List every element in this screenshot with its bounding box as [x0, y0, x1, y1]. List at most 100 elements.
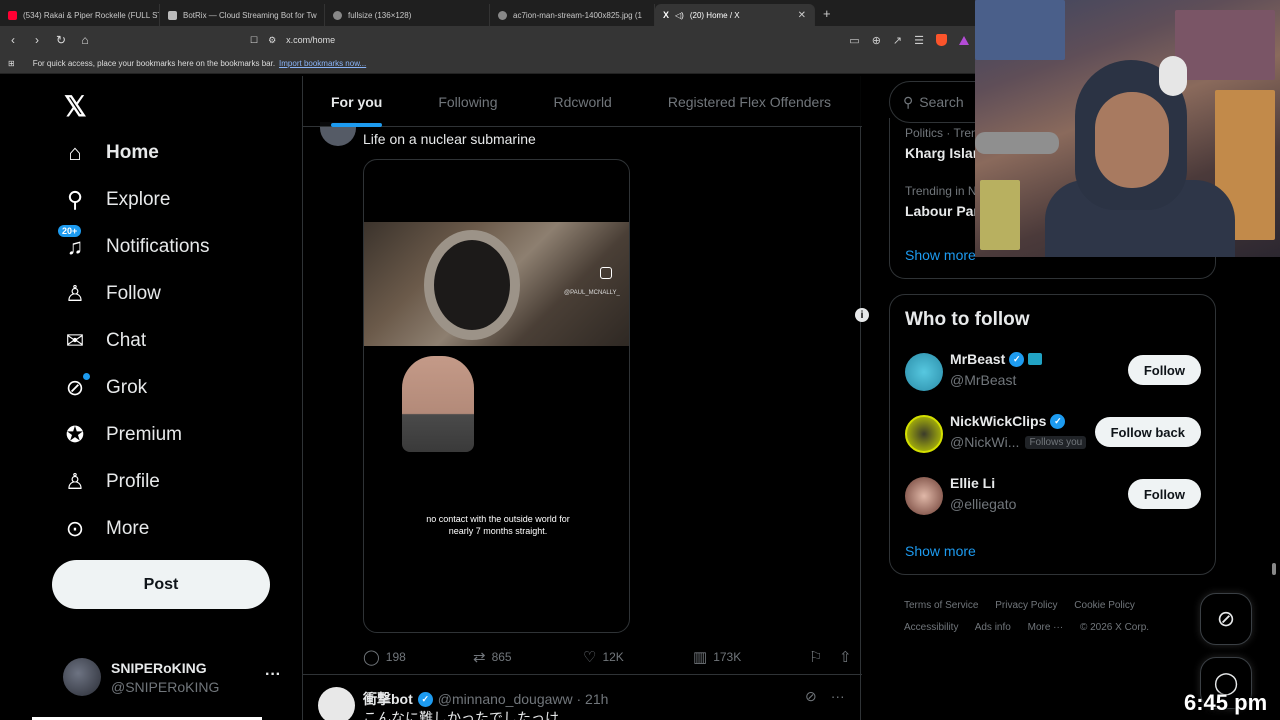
post-header: 衝撃bot ✓ @minnano_dougaww · 21h — [363, 689, 608, 709]
browser-tab-active[interactable]: X ◁) (20) Home / X ✕ — [655, 4, 815, 26]
sidebar-item-label: Home — [106, 142, 159, 163]
reply-button[interactable]: ◯ 198 — [363, 648, 473, 666]
main-timeline: For you Following Rdcworld Registered Fl… — [302, 76, 862, 720]
mail-icon: ✉ — [65, 328, 85, 353]
translate-icon[interactable]: ☰ — [914, 34, 924, 47]
forward-icon[interactable]: › — [30, 33, 44, 47]
trend-title: Labour Par — [905, 203, 979, 219]
zoom-icon[interactable]: ⊕ — [872, 34, 881, 47]
info-icon[interactable]: i — [855, 308, 869, 322]
account-switcher[interactable]: SNIPERoKING @SNIPERoKING — [63, 658, 219, 696]
follow-button[interactable]: Follow — [1127, 479, 1201, 509]
who-to-follow-show-more-link[interactable]: Show more — [905, 543, 976, 559]
url-text[interactable]: x.com/home — [286, 35, 335, 45]
follow-suggestion[interactable]: MrBeast ✓ @MrBeast Follow — [905, 351, 1201, 395]
close-tab-icon[interactable]: ✕ — [798, 10, 806, 21]
sidebar-item-chat[interactable]: ✉ Chat — [62, 328, 146, 354]
brave-rewards-icon[interactable] — [959, 35, 969, 45]
affiliate-badge-icon — [1028, 353, 1043, 365]
browser-tab[interactable]: BotRix — Cloud Streaming Bot for Tw — [160, 4, 325, 26]
tab-rdcworld[interactable]: Rdcworld — [525, 76, 639, 127]
account-more-icon[interactable]: ··· — [265, 666, 281, 684]
reply-icon: ◯ — [363, 649, 380, 666]
reload-icon[interactable]: ↻ — [54, 33, 68, 47]
search-input[interactable]: ⚲ Search — [889, 81, 989, 123]
footer-link[interactable]: Privacy Policy — [995, 600, 1057, 611]
sidebar-item-follow[interactable]: ♙ Follow — [62, 281, 161, 307]
sidebar-item-notifications[interactable]: ♫ 20+ Notifications — [58, 225, 210, 260]
sidebar-item-grok[interactable]: ⊘ Grok — [62, 373, 147, 401]
footer-link[interactable]: Terms of Service — [904, 600, 978, 611]
sidebar-item-profile[interactable]: ♙ Profile — [62, 469, 160, 495]
author-handle[interactable]: @minnano_dougaww · 21h — [438, 691, 609, 707]
tab-following[interactable]: Following — [410, 76, 525, 127]
trend-item[interactable]: Trending in N Labour Par — [905, 184, 979, 219]
browser-tab[interactable]: (534) Rakai & Piper Rockelle (FULL ST — [0, 4, 160, 26]
sidebar-item-label: Premium — [106, 424, 183, 445]
browser-tab[interactable]: ac7ion-man-stream-1400x825.jpg (1 — [490, 4, 655, 26]
site-info-icon[interactable]: ⚙ — [268, 35, 276, 46]
sidebar-item-home[interactable]: ⌂ Home — [62, 140, 159, 166]
follow-button[interactable]: Follow — [1127, 355, 1201, 385]
suggestion-handle: @MrBeast — [950, 372, 1017, 388]
import-bookmarks-link[interactable]: Import bookmarks now... — [279, 59, 366, 68]
post-video[interactable]: @PAUL_MCNALLY_ no contact with the outsi… — [363, 159, 630, 633]
view-count: 173K — [713, 650, 742, 664]
home-icon: ⌂ — [68, 140, 82, 165]
x-logo-icon[interactable]: 𝕏 — [64, 90, 87, 123]
copyright: © 2026 X Corp. — [1079, 622, 1150, 633]
sidebar-item-label: Profile — [106, 471, 160, 492]
browser-tab[interactable]: fullsize (136×128) — [325, 4, 490, 26]
brave-shield-icon[interactable] — [936, 34, 947, 46]
sidebar-item-premium[interactable]: ✪ Premium — [62, 422, 182, 448]
post-text: Life on a nuclear submarine — [363, 131, 536, 147]
submarine-hatch-image — [424, 230, 520, 340]
share-button[interactable]: ⇧ — [839, 648, 852, 666]
wall-poster-image — [1175, 10, 1275, 80]
avatar — [905, 477, 943, 515]
apps-grid-icon[interactable]: ⊞ — [8, 59, 15, 68]
footer-link[interactable]: Ads info — [975, 622, 1011, 633]
footer-links: Terms of Service Privacy Policy Cookie P… — [904, 595, 1204, 639]
follow-back-button[interactable]: Follow back — [1094, 417, 1201, 447]
sidebar-item-more[interactable]: ⊙ More — [62, 516, 150, 542]
share-icon[interactable]: ↗ — [893, 34, 902, 47]
follow-suggestion[interactable]: NickWickClips ✓ @NickWi... Follows you Fol… — [905, 413, 1201, 457]
url-field[interactable]: ☐ ⚙ x.com/home — [250, 35, 335, 46]
footer-link[interactable]: Accessibility — [904, 622, 958, 633]
scrollbar[interactable] — [1272, 563, 1276, 575]
trends-show-more-link[interactable]: Show more — [905, 247, 976, 263]
home-icon[interactable]: ⌂ — [78, 33, 92, 47]
footer-link[interactable]: More ··· — [1028, 622, 1064, 633]
timeline-tabs: For you Following Rdcworld Registered Fl… — [303, 76, 862, 127]
more-icon[interactable]: ··· — [831, 688, 845, 705]
post-button[interactable]: Post — [52, 560, 270, 609]
bookmark-icon[interactable]: ☐ — [250, 35, 258, 46]
author-name[interactable]: 衝撃bot — [363, 689, 413, 709]
footer-link[interactable]: Cookie Policy — [1074, 600, 1135, 611]
stream-clock: 6:45 pm — [1184, 690, 1268, 715]
follow-suggestion[interactable]: Ellie Li @elliegato Follow — [905, 475, 1201, 519]
new-tab-button[interactable]: + — [823, 6, 831, 21]
repost-button[interactable]: ⇄ 865 — [473, 648, 583, 666]
avatar[interactable] — [318, 687, 355, 720]
cast-icon[interactable]: ▭ — [849, 34, 859, 47]
grok-icon[interactable]: ⊘ — [805, 688, 817, 705]
bookmarks-hint: For quick access, place your bookmarks h… — [32, 59, 276, 68]
like-button[interactable]: ♡ 12K — [583, 648, 693, 666]
back-icon[interactable]: ‹ — [6, 33, 20, 47]
browser-toolbar-actions: ▭ ⊕ ↗ ☰ — [849, 34, 969, 47]
sidebar-item-explore[interactable]: ⚲ Explore — [62, 187, 170, 213]
bookmark-button[interactable]: ⚐ — [809, 648, 839, 666]
more-icon: ⊙ — [65, 516, 85, 541]
views-button[interactable]: ▥ 173K — [693, 648, 809, 666]
unread-dot — [83, 373, 90, 380]
trend-meta: Trending in N — [905, 184, 977, 198]
grok-icon: ⊘ — [1216, 606, 1236, 631]
post-actions: ◯ 198 ⇄ 865 ♡ 12K ▥ 173K ⚐ ⇧ — [363, 648, 853, 666]
tab-registered-flex-offenders[interactable]: Registered Flex Offenders — [640, 76, 859, 127]
views-icon: ▥ — [693, 649, 708, 666]
tab-for-you[interactable]: For you — [303, 76, 410, 127]
grok-fab-button[interactable]: ⊘ — [1200, 593, 1252, 645]
browser-tab-strip: (534) Rakai & Piper Rockelle (FULL ST Bo… — [0, 0, 975, 26]
